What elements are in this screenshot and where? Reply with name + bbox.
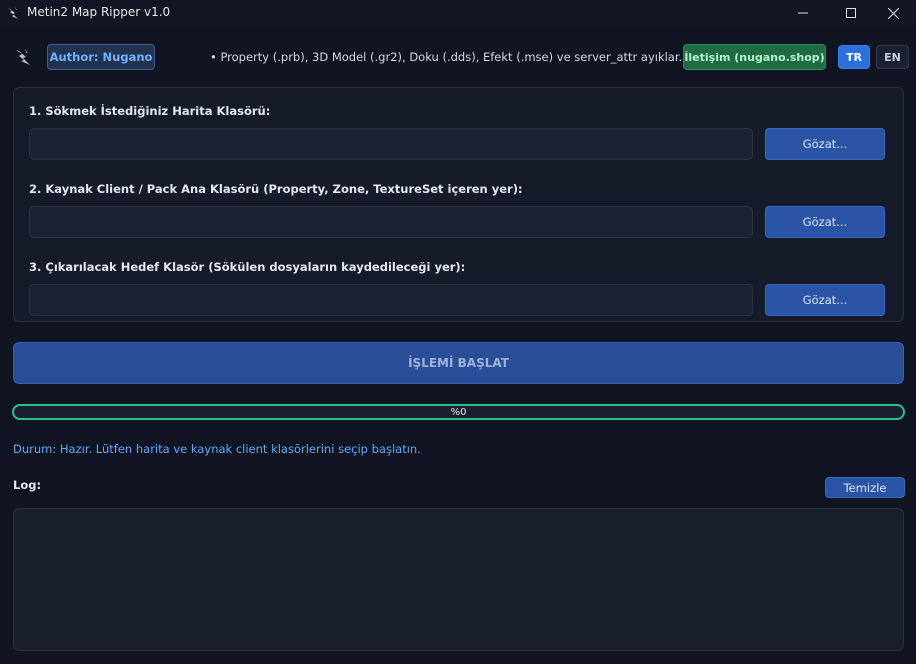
language-tr-button[interactable]: TR xyxy=(838,45,870,69)
minimize-button[interactable] xyxy=(780,0,826,26)
app-logo-icon xyxy=(8,7,18,19)
progress-text: %0 xyxy=(450,406,467,418)
client-folder-browse-button[interactable]: Gözat... xyxy=(765,206,885,238)
contact-button[interactable]: İletişim (nugano.shop) xyxy=(683,44,826,70)
output-folder-input[interactable] xyxy=(29,284,753,316)
log-label: Log: xyxy=(13,478,42,492)
clear-log-button[interactable]: Temizle xyxy=(825,477,905,498)
output-folder-label: 3. Çıkarılacak Hedef Klasör (Sökülen dos… xyxy=(29,260,466,274)
close-button[interactable] xyxy=(870,0,916,26)
title-bar: Metin2 Map Ripper v1.0 xyxy=(0,0,916,26)
start-process-button[interactable]: İŞLEMİ BAŞLAT xyxy=(13,342,904,384)
client-folder-input[interactable] xyxy=(29,206,753,238)
minimize-icon xyxy=(798,12,808,14)
map-folder-browse-button[interactable]: Gözat... xyxy=(765,128,885,160)
author-badge: Author: Nugano xyxy=(47,44,155,70)
client-folder-label: 2. Kaynak Client / Pack Ana Klasörü (Pro… xyxy=(29,182,523,196)
map-folder-label: 1. Sökmek İstediğiniz Harita Klasörü: xyxy=(29,104,271,118)
maximize-icon xyxy=(846,8,856,18)
feature-info-text: • Property (.prb), 3D Model (.gr2), Doku… xyxy=(210,50,683,64)
output-folder-browse-button[interactable]: Gözat... xyxy=(765,284,885,316)
status-text: Durum: Hazır. Lütfen harita ve kaynak cl… xyxy=(13,442,421,456)
progress-bar: %0 xyxy=(12,404,905,420)
language-en-button[interactable]: EN xyxy=(876,45,909,69)
window-title: Metin2 Map Ripper v1.0 xyxy=(27,5,171,19)
log-output[interactable] xyxy=(13,508,904,651)
close-icon xyxy=(887,7,899,19)
map-folder-input[interactable] xyxy=(29,128,753,160)
app-logo-icon xyxy=(16,49,30,65)
maximize-button[interactable] xyxy=(828,0,874,26)
